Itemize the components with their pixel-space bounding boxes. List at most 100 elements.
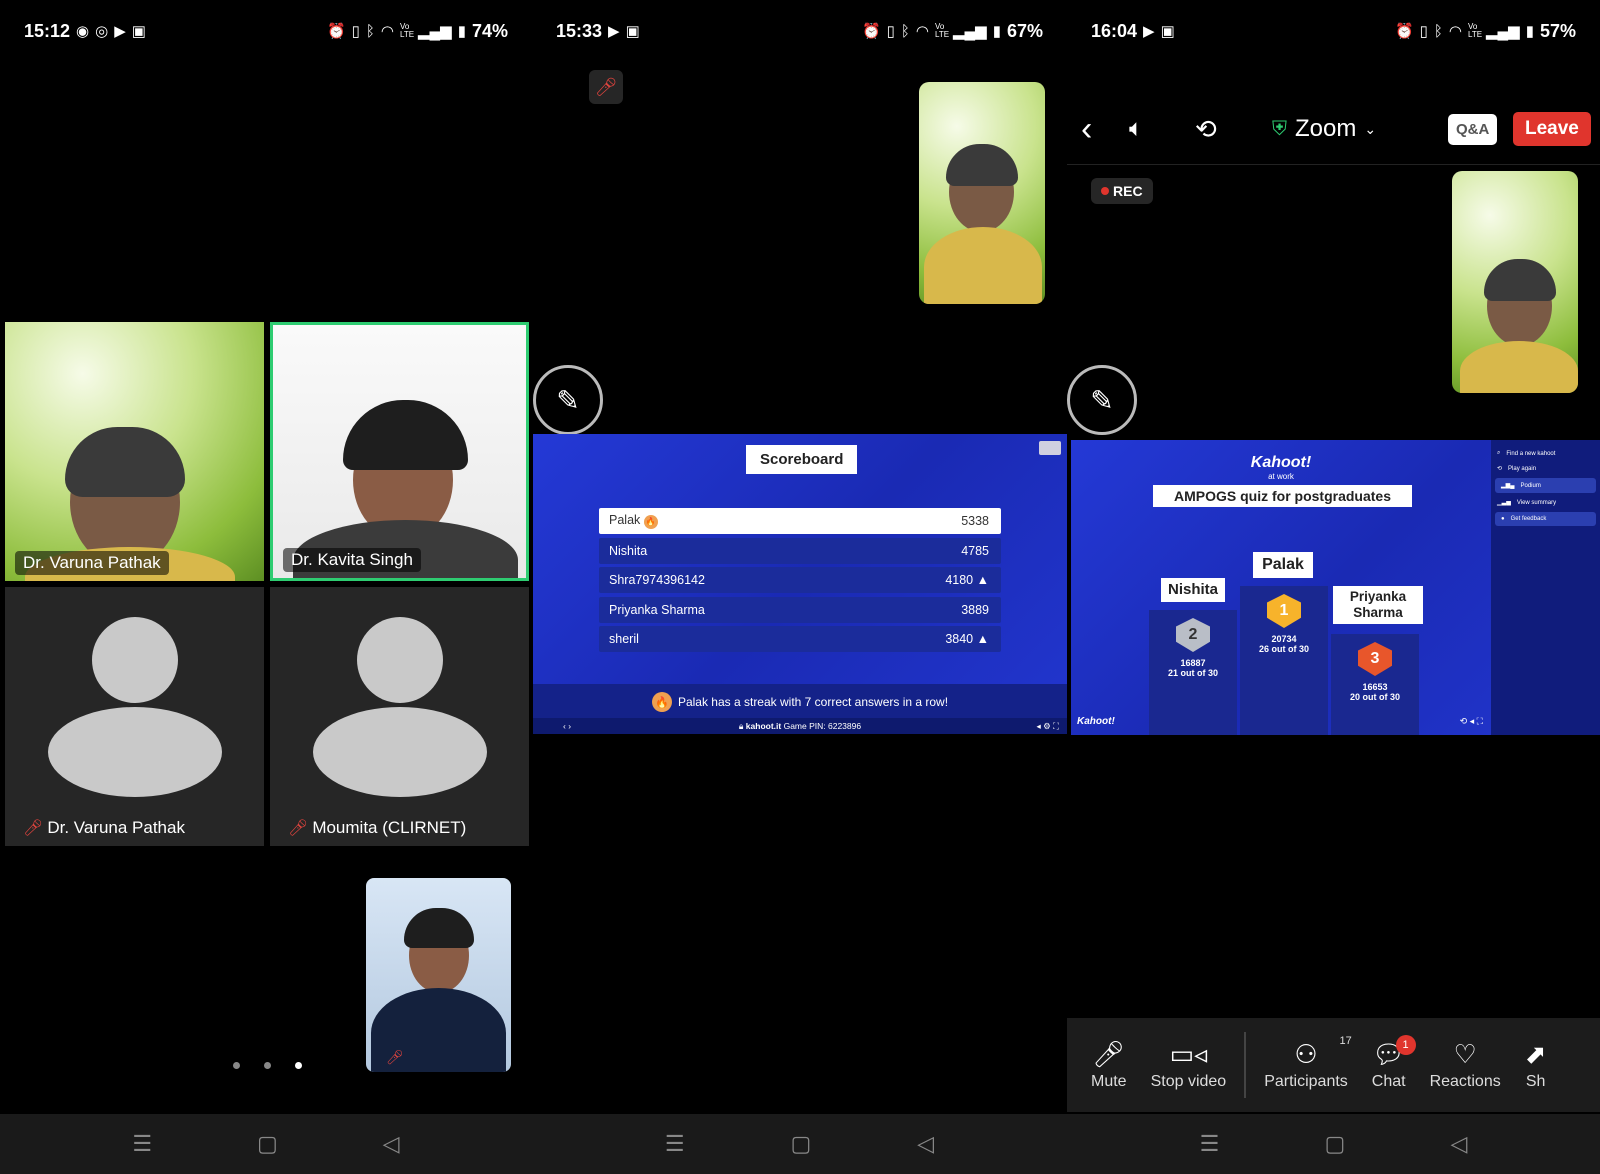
phone-screen-2: 15:33 ▶ ▣ ⏰ ▯ ᛒ ◠ Vo LTE ▂▄▆ ▮ 67% 🎤︎ ✎ … <box>532 0 1067 1174</box>
battery-icon: ▮ <box>457 23 466 40</box>
header-divider <box>1067 164 1600 165</box>
player-name: Shra7974396142 <box>609 573 705 588</box>
share-label: Sh <box>1525 1073 1546 1090</box>
video-tile[interactable]: 🎤︎ Moumita (CLIRNET) <box>270 587 529 846</box>
instagram-icon: ◎ <box>95 23 109 40</box>
side-menu-item[interactable]: ● Get feedback <box>1495 512 1596 526</box>
participant-name: Dr. Varuna Pathak <box>47 818 185 837</box>
quiz-title: AMPOGS quiz for postgraduates <box>1153 485 1412 507</box>
recording-indicator[interactable]: REC <box>1091 178 1153 204</box>
volte-icon: Vo LTE <box>400 22 415 39</box>
page-dot[interactable] <box>264 1062 271 1069</box>
home-icon[interactable]: ▢ <box>257 1131 278 1157</box>
chat-button[interactable]: 💬︎ 1 Chat <box>1360 1035 1418 1091</box>
floating-video-tile[interactable] <box>1452 171 1578 393</box>
recents-icon[interactable]: ☰ <box>1200 1131 1220 1157</box>
side-menu-item[interactable]: ▁▃▅ View summary <box>1491 495 1600 510</box>
floating-video-tile[interactable] <box>919 82 1045 304</box>
shared-screen: Scoreboard Palak 🔥 5338 Nishita 4785 Shr… <box>533 434 1067 734</box>
chart-icon: ▁▃▅ <box>1497 500 1511 506</box>
status-time: 16:04 <box>1091 20 1138 41</box>
recents-icon[interactable]: ☰ <box>132 1131 152 1157</box>
video-tile-active-speaker[interactable]: Dr. Kavita Singh <box>270 322 529 581</box>
podium-detail: 26 out of 30 <box>1258 644 1309 654</box>
podium-third: 3 16653 20 out of 30 <box>1331 634 1419 735</box>
back-icon[interactable]: ◁ <box>383 1131 400 1157</box>
side-menu-item[interactable]: ⟲ Play again <box>1491 461 1600 476</box>
side-menu-item[interactable]: ⌕ Find a new kahoot <box>1491 446 1600 461</box>
meeting-title-dropdown[interactable]: ⛨ Zoom ⌄ <box>1272 115 1376 143</box>
participant-label: 🎤︎ Dr. Varuna Pathak <box>15 816 193 840</box>
android-nav-bar: ☰ ▢ ◁ <box>532 1114 1067 1174</box>
mic-off-icon[interactable]: 🎤︎ <box>589 70 623 104</box>
switch-camera-icon[interactable]: ⟲ <box>1195 114 1217 145</box>
kahoot-bottom-logo: Kahoot! <box>1077 716 1115 727</box>
speaker-icon[interactable]: 🔈︎ <box>1129 115 1143 143</box>
nav-arrows-icon[interactable]: ‹ › <box>563 721 571 731</box>
mic-off-icon: 🎤︎ <box>386 1049 404 1065</box>
stop-video-button[interactable]: ▭◃ Stop video <box>1139 1039 1239 1091</box>
scoreboard-row: Palak 🔥 5338 <box>599 508 1001 534</box>
podium-first: 1 20734 26 out of 30 <box>1240 586 1328 735</box>
recents-icon[interactable]: ☰ <box>665 1131 685 1157</box>
up-arrow-icon: ▲ <box>976 632 989 647</box>
podium-name-first: Palak <box>1253 552 1313 578</box>
page-dot[interactable] <box>233 1062 240 1069</box>
leave-button[interactable]: Leave <box>1513 112 1591 146</box>
video-icon: ▶ <box>1143 23 1155 40</box>
search-icon: ⌕ <box>1497 450 1501 456</box>
podium-score: 20734 <box>1271 634 1297 644</box>
home-icon[interactable]: ▢ <box>791 1131 812 1157</box>
participants-button[interactable]: ⚇ 17 Participants <box>1252 1035 1360 1091</box>
share-button[interactable]: ⬈ Sh <box>1513 1039 1547 1091</box>
annotate-pencil-icon[interactable]: ✎ <box>533 365 603 435</box>
mute-button[interactable]: 🎤︎ Mute <box>1079 1039 1139 1091</box>
side-menu-item-selected[interactable]: ▂▆▄ Podium <box>1495 478 1596 493</box>
mute-label: Mute <box>1091 1073 1127 1090</box>
wifi-icon: ◠ <box>380 23 394 40</box>
qa-button[interactable]: Q&A <box>1448 113 1498 145</box>
annotate-pencil-icon[interactable]: ✎ <box>1067 365 1137 435</box>
status-bar: 15:12 ◉ ◎ ▶ ▣ ⏰ ▯ ᛒ ◠ Vo LTE ▂▄▆ ▮ 74% <box>0 0 532 62</box>
alarm-icon: ⏰ <box>861 23 881 40</box>
kahoot-podium-view: Kahoot! at work AMPOGS quiz for postgrad… <box>1071 440 1491 735</box>
player-name: Priyanka Sharma <box>609 602 705 617</box>
page-indicator[interactable] <box>233 1062 302 1069</box>
self-view-video[interactable]: 🎤︎ <box>366 878 511 1072</box>
podium-detail: 21 out of 30 <box>1167 668 1218 678</box>
window-icon: ▣ <box>1160 23 1175 40</box>
side-menu-label: Play again <box>1508 465 1537 472</box>
participants-label: Participants <box>1264 1073 1348 1090</box>
back-chevron-icon[interactable]: ‹ <box>1081 110 1092 149</box>
toolbar-divider <box>1244 1032 1247 1098</box>
reactions-button[interactable]: ♡ Reactions <box>1418 1039 1513 1091</box>
video-tile[interactable]: 🎤︎ Dr. Varuna Pathak <box>5 587 264 846</box>
chat-label: Chat <box>1371 1073 1406 1090</box>
side-menu-label: Find a new kahoot <box>1506 450 1556 457</box>
page-dot-active[interactable] <box>295 1062 302 1069</box>
signal-icon: ▂▄▆ <box>418 23 452 40</box>
reactions-label: Reactions <box>1429 1073 1501 1090</box>
bluetooth-icon: ᛒ <box>1433 22 1443 40</box>
phone-screen-3: 16:04 ▶ ▣ ⏰ ▯ ᛒ ◠ Vo LTE ▂▄▆ ▮ 57% ‹ 🔈︎ … <box>1067 0 1600 1174</box>
volte-icon: Vo LTE <box>1468 22 1483 39</box>
vibrate-icon: ▯ <box>1419 23 1428 40</box>
status-time: 15:33 <box>556 20 603 41</box>
battery-percent: 74% <box>471 20 508 41</box>
vibrate-icon: ▯ <box>886 23 895 40</box>
home-icon[interactable]: ▢ <box>1324 1131 1345 1157</box>
skip-button[interactable] <box>1039 441 1061 455</box>
controls-icon[interactable]: ⟲ ◂ ⛶ <box>1460 716 1483 727</box>
back-icon[interactable]: ◁ <box>917 1131 934 1157</box>
podium-score: 16653 <box>1362 682 1388 692</box>
meeting-toolbar: 🎤︎ Mute ▭◃ Stop video ⚇ 17 Participants … <box>1067 1018 1600 1112</box>
video-tile[interactable]: Dr. Varuna Pathak <box>5 322 264 581</box>
controls-icon[interactable]: ◂ ⚙ ⛶ <box>1036 721 1059 732</box>
game-pin: Game PIN: 6223896 <box>783 721 862 731</box>
wifi-icon: ◠ <box>1448 23 1462 40</box>
participant-name: Moumita (CLIRNET) <box>312 818 467 837</box>
back-icon[interactable]: ◁ <box>1450 1131 1467 1157</box>
status-time: 15:12 <box>24 20 71 41</box>
player-name: Palak <box>609 513 641 528</box>
player-name: sheril <box>609 632 639 647</box>
